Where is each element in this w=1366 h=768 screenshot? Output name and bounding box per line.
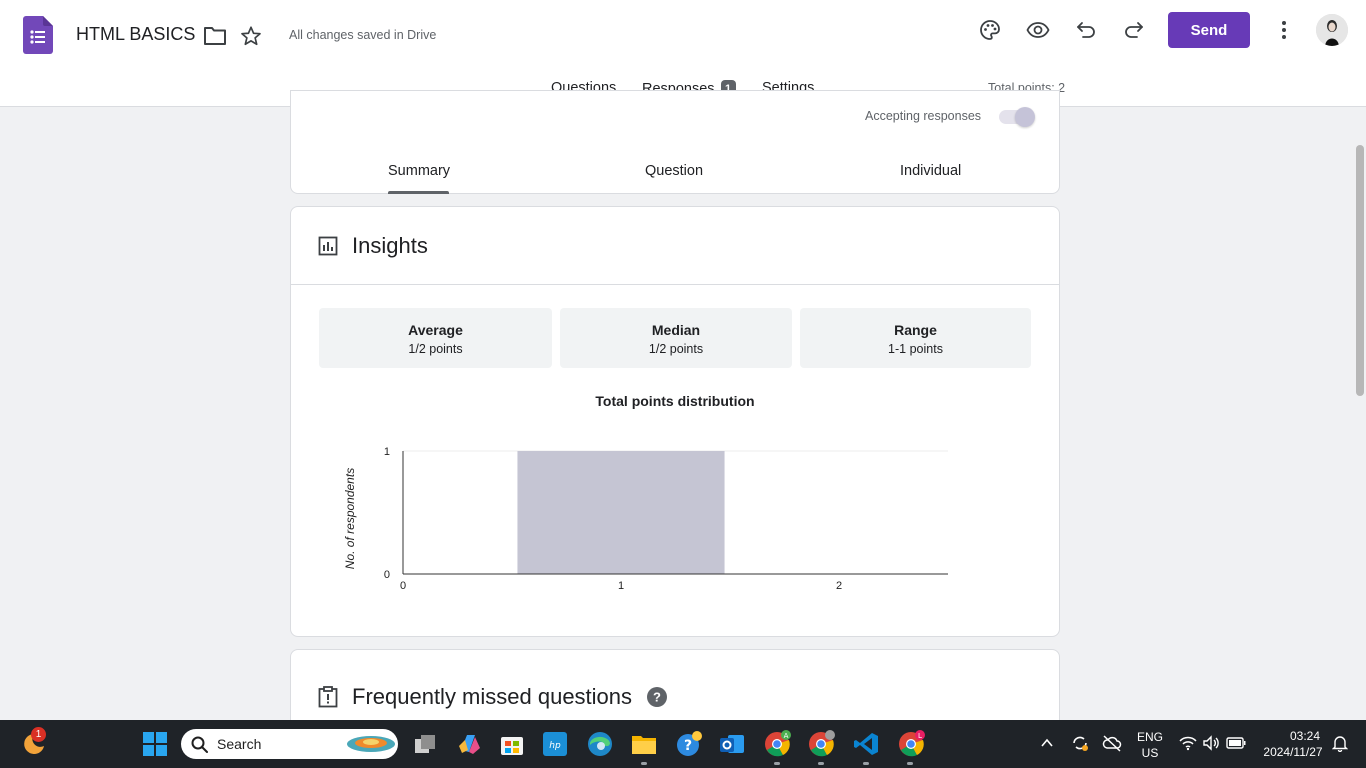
- taskbar-search[interactable]: Search: [181, 729, 398, 759]
- chart-x-axis-label: Points scored: [627, 595, 700, 597]
- document-title[interactable]: HTML BASICS: [76, 24, 195, 45]
- running-indicator: [774, 762, 780, 765]
- svg-text:?: ?: [684, 738, 692, 754]
- stat-median-value: 1/2 points: [648, 342, 704, 356]
- svg-text:A: A: [784, 732, 789, 740]
- chart-bar: [517, 451, 725, 574]
- windows-taskbar: 1 Search hp ? A L ENG US 03:24 2024/11/2…: [0, 720, 1366, 768]
- sync-icon[interactable]: [1070, 733, 1090, 753]
- stat-range: Range 1-1 points: [800, 308, 1031, 368]
- save-status: All changes saved in Drive: [289, 28, 437, 42]
- stat-median: Median 1/2 points: [560, 308, 792, 368]
- get-help-icon[interactable]: ?: [675, 730, 703, 758]
- active-subtab-indicator: [388, 191, 449, 194]
- volume-icon[interactable]: [1202, 735, 1220, 751]
- chart-title: Total points distribution: [595, 393, 755, 409]
- svg-text:hp: hp: [549, 741, 561, 751]
- myhp-icon[interactable]: hp: [541, 730, 569, 758]
- onedrive-offline-icon[interactable]: [1102, 734, 1122, 752]
- chrome-profile-guest-icon[interactable]: [807, 730, 835, 758]
- points-distribution-chart: 0 1 0 1 2 Points scored No. of respondents: [343, 446, 948, 597]
- running-indicator: [907, 762, 913, 765]
- accepting-responses-toggle[interactable]: [997, 107, 1035, 127]
- undo-icon[interactable]: [1074, 18, 1098, 42]
- clock-time: 03:24: [1289, 729, 1320, 743]
- search-icon: [191, 736, 208, 753]
- chrome-profile-l-icon[interactable]: L: [897, 730, 925, 758]
- insights-card: Insights Average 1/2 points Median 1/2 p…: [290, 206, 1060, 637]
- task-view-icon[interactable]: [411, 730, 439, 758]
- svg-text:L: L: [918, 732, 922, 740]
- more-options-icon[interactable]: [1272, 18, 1296, 42]
- windows-start-icon[interactable]: [142, 730, 168, 758]
- alert-report-icon: [318, 686, 338, 708]
- send-button[interactable]: Send: [1168, 12, 1250, 48]
- chart-y-tick-label: 0: [384, 569, 390, 581]
- chart-y-tick-label: 1: [384, 446, 390, 458]
- insights-title: Insights: [352, 233, 428, 258]
- svg-text:?: ?: [653, 690, 661, 705]
- chart-y-axis-label: No. of respondents: [343, 468, 357, 569]
- insights-divider: [291, 284, 1059, 285]
- chrome-profile-a-icon[interactable]: A: [763, 730, 791, 758]
- stat-range-label: Range: [894, 322, 937, 338]
- toggle-thumb: [1015, 107, 1035, 127]
- clock[interactable]: 03:24 2024/11/27: [1258, 729, 1328, 759]
- language-top: ENG: [1136, 730, 1163, 744]
- stat-average: Average 1/2 points: [319, 308, 552, 368]
- chart-x-tick-label: 0: [400, 580, 406, 592]
- running-indicator: [863, 762, 869, 765]
- responses-summary-card: Accepting responses Summary Question Ind…: [290, 90, 1060, 194]
- stat-range-value: 1-1 points: [888, 342, 943, 356]
- stat-average-value: 1/2 points: [408, 342, 463, 356]
- wifi-icon[interactable]: [1179, 735, 1197, 751]
- stat-average-label: Average: [408, 322, 463, 338]
- avatar[interactable]: [1316, 14, 1348, 46]
- scrollbar-thumb[interactable]: [1356, 145, 1364, 396]
- vscode-icon[interactable]: [852, 730, 880, 758]
- edge-browser-icon[interactable]: [586, 730, 614, 758]
- search-highlight-icon: [347, 736, 395, 752]
- frequently-missed-title: Frequently missed questions: [352, 684, 633, 709]
- microsoft-store-icon[interactable]: [498, 730, 526, 758]
- chart-x-tick-label: 1: [618, 580, 624, 592]
- chart-x-tick-label: 2: [836, 580, 842, 592]
- help-icon[interactable]: ?: [647, 687, 667, 707]
- folder-icon[interactable]: [203, 25, 227, 47]
- insights-chart-icon: [318, 236, 338, 256]
- subtab-individual[interactable]: Individual: [900, 163, 961, 179]
- subtab-question[interactable]: Question: [645, 163, 703, 179]
- accepting-responses-label: Accepting responses: [865, 109, 982, 123]
- show-hidden-icons-chevron-icon[interactable]: [1040, 736, 1054, 750]
- google-forms-logo[interactable]: [23, 16, 53, 54]
- search-label: Search: [217, 736, 262, 752]
- file-explorer-icon[interactable]: [630, 730, 658, 758]
- palette-icon[interactable]: [978, 18, 1002, 42]
- notifications-icon[interactable]: [1332, 734, 1348, 752]
- running-indicator: [818, 762, 824, 765]
- clock-date: 2024/11/27: [1263, 745, 1323, 759]
- language-bottom: US: [1141, 746, 1159, 760]
- stat-median-label: Median: [651, 322, 701, 338]
- battery-icon[interactable]: [1226, 736, 1246, 750]
- copilot-icon[interactable]: [455, 730, 483, 758]
- notification-badge: 1: [31, 727, 46, 742]
- preview-eye-icon[interactable]: [1026, 18, 1050, 42]
- language-indicator[interactable]: ENG US: [1133, 730, 1167, 760]
- outlook-icon[interactable]: [718, 730, 746, 758]
- profile-photo-icon: [1316, 14, 1348, 46]
- subtab-summary[interactable]: Summary: [388, 163, 450, 179]
- redo-icon[interactable]: [1122, 18, 1146, 42]
- running-indicator: [641, 762, 647, 765]
- star-icon[interactable]: [240, 25, 262, 47]
